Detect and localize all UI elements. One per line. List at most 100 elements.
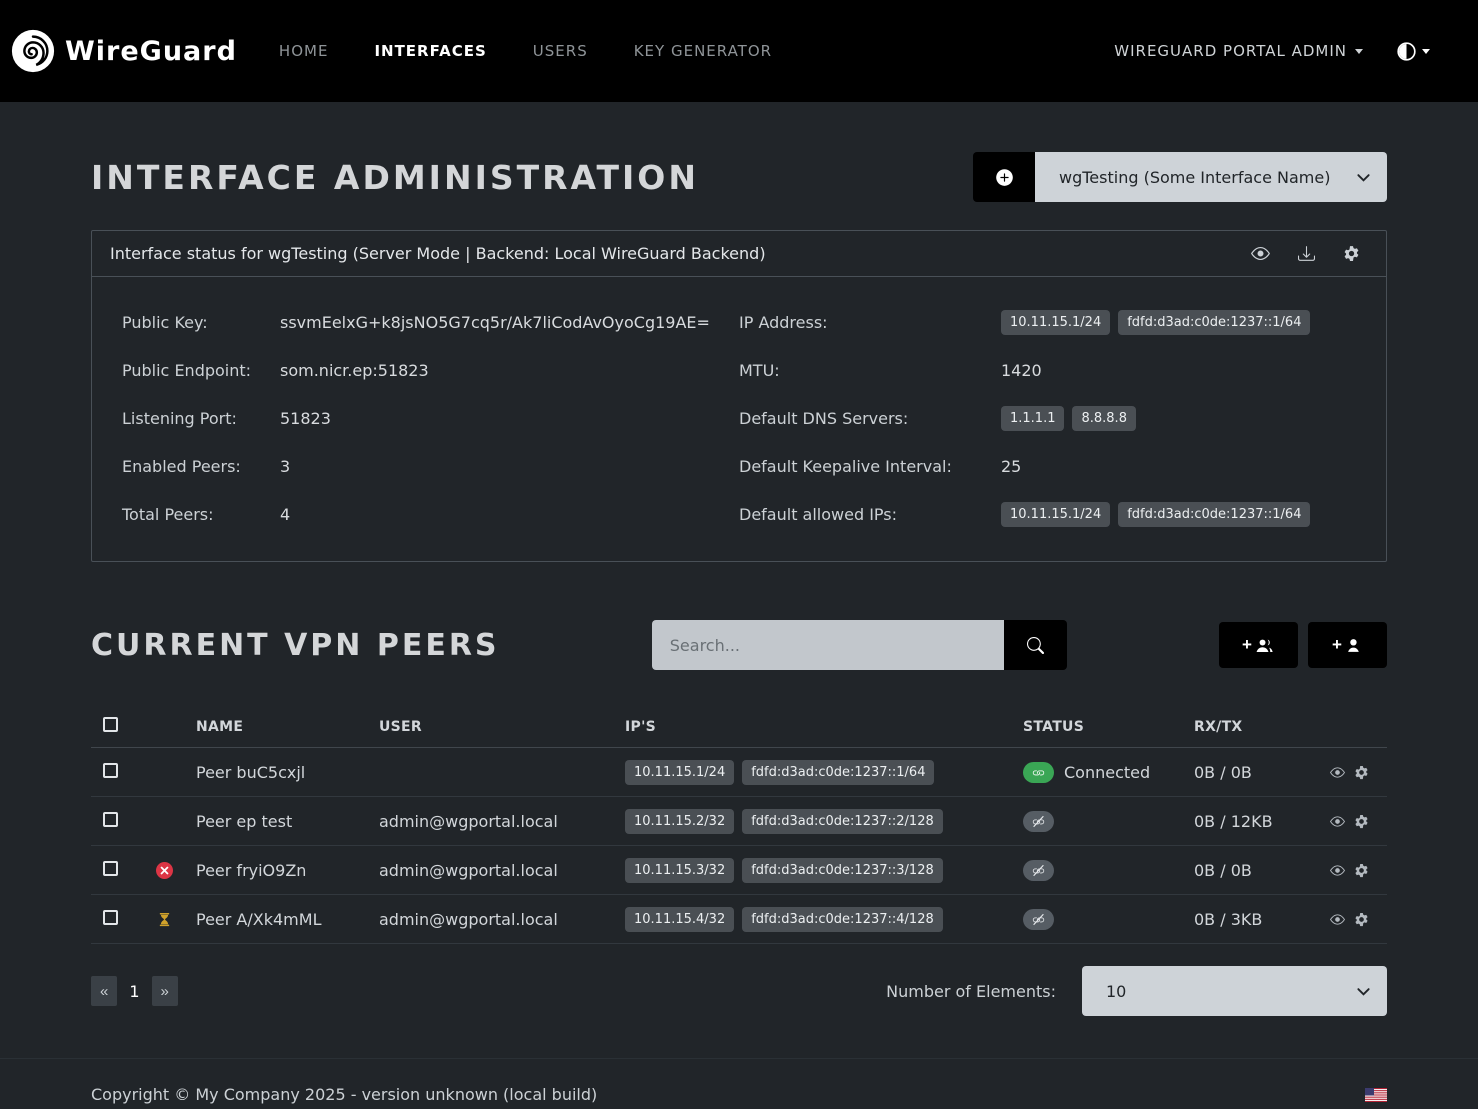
peer-rxtx: 0B / 3KB [1194, 910, 1330, 929]
elements-select[interactable]: 10 [1082, 966, 1387, 1016]
row-checkbox[interactable] [103, 763, 118, 778]
theme-toggle-dropdown[interactable] [1397, 42, 1430, 61]
main-content: INTERFACE ADMINISTRATION wgTesting (Some… [0, 152, 1478, 1016]
peer-user: admin@wgportal.local [379, 910, 625, 929]
ip-badge: 10.11.15.3/32 [625, 858, 734, 883]
peer-settings-button[interactable] [1354, 863, 1369, 878]
peer-view-button[interactable] [1330, 814, 1345, 829]
peer-name: Peer A/Xk4mML [196, 910, 379, 929]
view-config-button[interactable] [1251, 244, 1270, 263]
dns-badge: 8.8.8.8 [1072, 406, 1135, 431]
total-peers-value: 4 [280, 505, 290, 524]
peer-settings-button[interactable] [1354, 912, 1369, 927]
expired-icon [156, 862, 173, 879]
plus-circle-icon [995, 168, 1014, 187]
search-button[interactable] [1004, 620, 1067, 670]
nav-item-interfaces[interactable]: INTERFACES [374, 42, 486, 60]
hourglass-icon [157, 911, 172, 928]
peer-view-button[interactable] [1330, 765, 1345, 780]
keepalive-value: 25 [1001, 457, 1021, 476]
chevron-down-icon [1356, 170, 1371, 185]
elements-select-value: 10 [1106, 982, 1126, 1001]
pagination-next-button[interactable]: » [152, 976, 178, 1006]
column-header-name: NAME [196, 719, 379, 735]
status-card-body: Public Key: ssvmEelxG+k8jsNO5G7cq5r/Ak7l… [92, 277, 1386, 561]
table-row: Peer ep test admin@wgportal.local 10.11.… [91, 797, 1387, 846]
peer-view-button[interactable] [1330, 912, 1345, 927]
theme-half-circle-icon [1397, 42, 1416, 61]
navbar-right: WIREGUARD PORTAL ADMIN [1114, 42, 1430, 61]
dns-badges: 1.1.1.1 8.8.8.8 [1001, 406, 1136, 431]
disconnected-link-icon [1023, 909, 1054, 930]
us-flag-icon[interactable] [1365, 1088, 1387, 1102]
interface-select[interactable]: wgTesting (Some Interface Name) [1035, 152, 1387, 202]
page-footer: Copyright © My Company 2025 - version un… [0, 1058, 1478, 1104]
peer-status: Connected [1023, 762, 1194, 783]
info-label: Default allowed IPs: [739, 505, 1001, 524]
peer-rxtx: 0B / 0B [1194, 861, 1330, 880]
disconnected-link-icon [1023, 860, 1054, 881]
pagination-current-page[interactable]: 1 [123, 982, 145, 1001]
peer-name: Peer buC5cxjl [196, 763, 379, 782]
download-config-button[interactable] [1298, 245, 1315, 262]
eye-icon [1330, 814, 1345, 829]
add-peer-buttons: + + [1219, 622, 1387, 668]
row-checkbox[interactable] [103, 812, 118, 827]
person-icon [1346, 637, 1363, 654]
search-input[interactable] [652, 620, 1004, 670]
peer-user: admin@wgportal.local [379, 861, 625, 880]
allowed-ip-badges: 10.11.15.1/24 fdfd:d3ad:c0de:1237::1/64 [1001, 502, 1310, 527]
peer-ips: 10.11.15.1/24 fdfd:d3ad:c0de:1237::1/64 [625, 760, 1023, 785]
gear-icon [1343, 245, 1360, 262]
user-menu-dropdown[interactable]: WIREGUARD PORTAL ADMIN [1114, 42, 1363, 60]
brand-name: WireGuard [65, 36, 237, 67]
add-multiple-peers-button[interactable]: + [1219, 622, 1298, 668]
page-head: INTERFACE ADMINISTRATION wgTesting (Some… [91, 152, 1387, 202]
peer-settings-button[interactable] [1354, 765, 1369, 780]
info-row-enabled-peers: Enabled Peers: 3 [122, 449, 739, 483]
ip-badge: 10.11.15.4/32 [625, 907, 734, 932]
table-row: Peer A/Xk4mML admin@wgportal.local 10.11… [91, 895, 1387, 944]
row-checkbox[interactable] [103, 861, 118, 876]
ip-badge: fdfd:d3ad:c0de:1237::4/128 [742, 907, 943, 932]
info-row-keepalive: Default Keepalive Interval: 25 [739, 449, 1356, 483]
add-peer-button[interactable]: + [1308, 622, 1387, 668]
eye-icon [1330, 765, 1345, 780]
ip-address-badges: 10.11.15.1/24 fdfd:d3ad:c0de:1237::1/64 [1001, 310, 1310, 335]
status-card-title: Interface status for wgTesting (Server M… [110, 244, 766, 263]
peer-status [1023, 860, 1194, 881]
row-checkbox[interactable] [103, 910, 118, 925]
public-key-value: ssvmEelxG+k8jsNO5G7cq5r/Ak7liCodAvOyoCg1… [280, 313, 710, 332]
gear-icon [1354, 863, 1369, 878]
peer-settings-button[interactable] [1354, 814, 1369, 829]
select-all-checkbox[interactable] [103, 717, 118, 732]
info-row-dns: Default DNS Servers: 1.1.1.1 8.8.8.8 [739, 401, 1356, 435]
info-row-public-endpoint: Public Endpoint: som.nicr.ep:51823 [122, 353, 739, 387]
info-row-total-peers: Total Peers: 4 [122, 497, 739, 531]
wireguard-logo-icon [10, 28, 56, 74]
elements-label: Number of Elements: [886, 982, 1056, 1001]
pagination-prev-button[interactable]: « [91, 976, 117, 1006]
interface-settings-button[interactable] [1343, 245, 1360, 262]
nav-item-users[interactable]: USERS [533, 42, 588, 60]
nav-item-key-generator[interactable]: KEY GENERATOR [634, 42, 772, 60]
info-label: IP Address: [739, 313, 1001, 332]
brand[interactable]: WireGuard [10, 28, 237, 74]
peer-name: Peer fryiO9Zn [196, 861, 379, 880]
peers-title: CURRENT VPN PEERS [91, 628, 500, 663]
user-menu-label: WIREGUARD PORTAL ADMIN [1114, 42, 1347, 60]
download-icon [1298, 245, 1315, 262]
add-interface-button[interactable] [973, 152, 1035, 202]
info-label: MTU: [739, 361, 1001, 380]
dns-badge: 1.1.1.1 [1001, 406, 1064, 431]
plus-icon: + [1242, 635, 1252, 655]
ip-badge: fdfd:d3ad:c0de:1237::1/64 [742, 760, 934, 785]
info-row-public-key: Public Key: ssvmEelxG+k8jsNO5G7cq5r/Ak7l… [122, 305, 739, 339]
table-row: Peer buC5cxjl 10.11.15.1/24 fdfd:d3ad:c0… [91, 748, 1387, 797]
info-label: Public Endpoint: [122, 361, 280, 380]
search-icon [1027, 637, 1044, 654]
info-row-mtu: MTU: 1420 [739, 353, 1356, 387]
peer-view-button[interactable] [1330, 863, 1345, 878]
plus-icon: + [1332, 635, 1342, 655]
nav-item-home[interactable]: HOME [279, 42, 329, 60]
